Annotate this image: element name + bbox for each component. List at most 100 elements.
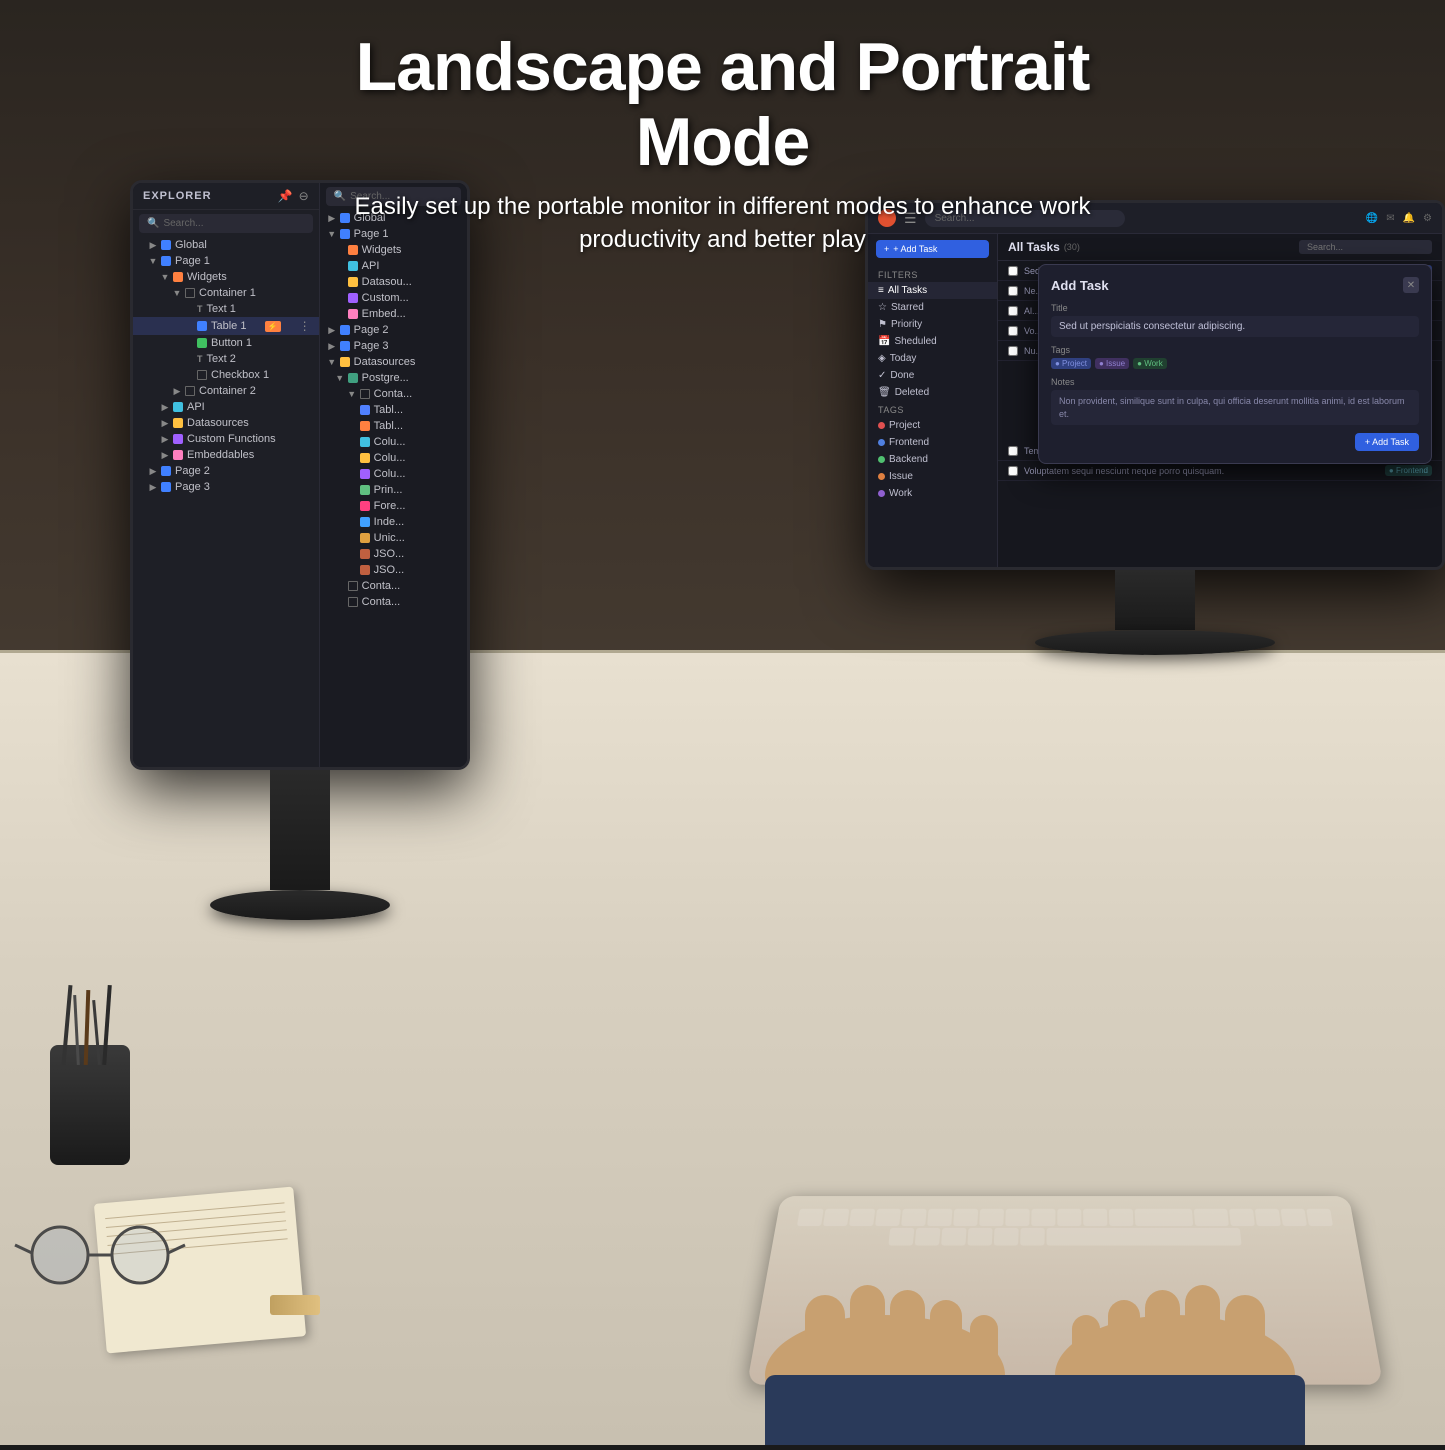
tree-label-page3: Page 3 (175, 481, 210, 493)
sidebar-filter-starred[interactable]: ☆ Starred (868, 299, 997, 316)
task-search-input[interactable] (1299, 240, 1432, 254)
tree-label-text1: Text 1 (207, 303, 236, 315)
task-manager-ui: ☰ Search... 🌐 ✉ 🔔 ⚙ (868, 203, 1442, 567)
tree-arrow: ▶ (149, 241, 157, 249)
tree-item-datasources[interactable]: ▶ Datasources (133, 415, 319, 431)
sidebar-filter-deleted[interactable]: 🗑 Deleted (868, 384, 997, 401)
sidebar-tag-issue[interactable]: Issue (868, 468, 997, 485)
sidebar-filter-scheduled[interactable]: 📅 Sheduled (868, 333, 997, 350)
tree-item-embeddables[interactable]: ▶ Embeddables (133, 447, 319, 463)
tree-item-page2[interactable]: ▶ Page 2 (133, 463, 319, 479)
right-tree-page2[interactable]: ▶ Page 2 (320, 322, 467, 338)
right-tree-conta3[interactable]: Conta... (320, 594, 467, 610)
right-tree-embed[interactable]: Embed... (320, 306, 467, 322)
right-tree-fore[interactable]: Fore... (320, 498, 467, 514)
sidebar-tag-work[interactable]: Work (868, 485, 997, 502)
right-tree-datasources[interactable]: ▼ Datasources (320, 354, 467, 370)
tree-arrow (185, 305, 193, 313)
tree-item-api[interactable]: ▶ API (133, 399, 319, 415)
tree-item-container2[interactable]: ▶ Container 2 (133, 383, 319, 399)
tree-label-page1: Page 1 (175, 255, 210, 267)
tree-item-widgets[interactable]: ▼ Widgets (133, 269, 319, 285)
right-tree-colu1[interactable]: Colu... (320, 434, 467, 450)
sidebar-filter-done[interactable]: ✓ Done (868, 367, 997, 384)
right-embed-icon (348, 309, 358, 319)
right-conta3-icon (348, 597, 358, 607)
issue-dot (878, 473, 885, 480)
task-checkbox-5[interactable] (1008, 346, 1018, 356)
tags-label: TAGS (868, 401, 997, 417)
right-tree-colu3[interactable]: Colu... (320, 466, 467, 482)
right-tree-custom[interactable]: Custom... (320, 290, 467, 306)
tree-item-text2[interactable]: T Text 2 (133, 351, 319, 367)
task-checkbox-1[interactable] (1008, 266, 1018, 276)
right-tree-postgre[interactable]: ▼ Postgre... (320, 370, 467, 386)
sidebar-filter-done-label: Done (890, 370, 914, 381)
right-tree-tabl1[interactable]: Tabl... (320, 402, 467, 418)
right-colu3-icon (360, 469, 370, 479)
global-icon (161, 240, 171, 250)
right-tree-unic[interactable]: Unic... (320, 530, 467, 546)
right-tree-inde[interactable]: Inde... (320, 514, 467, 530)
right-tree-colu2[interactable]: Colu... (320, 450, 467, 466)
modal-tag-issue[interactable]: ● Issue (1095, 358, 1129, 369)
api-icon (173, 402, 183, 412)
right-tree-prin[interactable]: Prin... (320, 482, 467, 498)
right-datasources-icon (340, 357, 350, 367)
task-checkbox-3[interactable] (1008, 306, 1018, 316)
tree-label-container1: Container 1 (199, 287, 256, 299)
tree-item-container1[interactable]: ▼ Container 1 (133, 285, 319, 301)
modal-notes-value[interactable]: Non provident, similique sunt in culpa, … (1051, 390, 1419, 425)
priority-icon: ⚑ (878, 319, 887, 330)
search-placeholder: Search... (163, 218, 203, 229)
right-conta1-icon (360, 389, 370, 399)
modal-tag-project[interactable]: ● Project (1051, 358, 1091, 369)
tree-item-text1[interactable]: T Text 1 (133, 301, 319, 317)
portrait-monitor-base (210, 890, 390, 920)
glasses-svg (10, 1215, 190, 1295)
kebab-icon[interactable]: ⋮ (299, 319, 311, 333)
right-label-postgre: Postgre... (362, 372, 409, 384)
header-icons: 🌐 ✉ 🔔 ⚙ (1366, 213, 1432, 224)
today-icon: ◈ (878, 353, 886, 364)
task-checkbox-6[interactable] (1008, 446, 1018, 456)
tree-arrow (336, 262, 344, 270)
right-tree-jso1[interactable]: JSO... (320, 546, 467, 562)
tree-item-page3[interactable]: ▶ Page 3 (133, 479, 319, 495)
right-tree-page3[interactable]: ▶ Page 3 (320, 338, 467, 354)
custom-functions-icon (173, 434, 183, 444)
right-tree-datasou[interactable]: Datasou... (320, 274, 467, 290)
right-tree-jso2[interactable]: JSO... (320, 562, 467, 578)
tree-item-table1[interactable]: Table 1 ⚡ ⋮ (133, 317, 319, 335)
right-tree-conta2[interactable]: Conta... (320, 578, 467, 594)
sidebar-filter-all-tasks[interactable]: ≡ All Tasks (868, 282, 997, 299)
right-label-api: API (362, 260, 380, 272)
modal-title-value[interactable]: Sed ut perspiciatis consectetur adipisci… (1051, 316, 1419, 337)
right-tree-api[interactable]: API (320, 258, 467, 274)
sidebar-tag-frontend[interactable]: Frontend (868, 434, 997, 451)
modal-add-button[interactable]: + Add Task (1355, 433, 1419, 451)
right-jso1-icon (360, 549, 370, 559)
right-label-conta3: Conta... (362, 596, 401, 608)
sidebar-tag-issue-label: Issue (889, 471, 913, 482)
modal-close-button[interactable]: ✕ (1403, 277, 1419, 293)
task-checkbox-4[interactable] (1008, 326, 1018, 336)
right-datasou-icon (348, 277, 358, 287)
tree-item-custom-functions[interactable]: ▶ Custom Functions (133, 431, 319, 447)
right-label-inde: Inde... (374, 516, 405, 528)
tree-item-checkbox1[interactable]: Checkbox 1 (133, 367, 319, 383)
sidebar-tag-backend[interactable]: Backend (868, 451, 997, 468)
globe-icon: 🌐 (1366, 213, 1378, 224)
right-tree-tabl2[interactable]: Tabl... (320, 418, 467, 434)
sidebar-tag-project[interactable]: Project (868, 417, 997, 434)
task-checkbox-7[interactable] (1008, 466, 1018, 476)
right-tree-conta1[interactable]: ▼ Conta... (320, 386, 467, 402)
sidebar-filter-priority[interactable]: ⚑ Priority (868, 316, 997, 333)
right-tabl1-icon (360, 405, 370, 415)
right-label-page3: Page 3 (354, 340, 389, 352)
task-checkbox-2[interactable] (1008, 286, 1018, 296)
right-unic-icon (360, 533, 370, 543)
tree-item-button1[interactable]: Button 1 (133, 335, 319, 351)
sidebar-filter-today[interactable]: ◈ Today (868, 350, 997, 367)
modal-tag-work[interactable]: ● Work (1133, 358, 1167, 369)
